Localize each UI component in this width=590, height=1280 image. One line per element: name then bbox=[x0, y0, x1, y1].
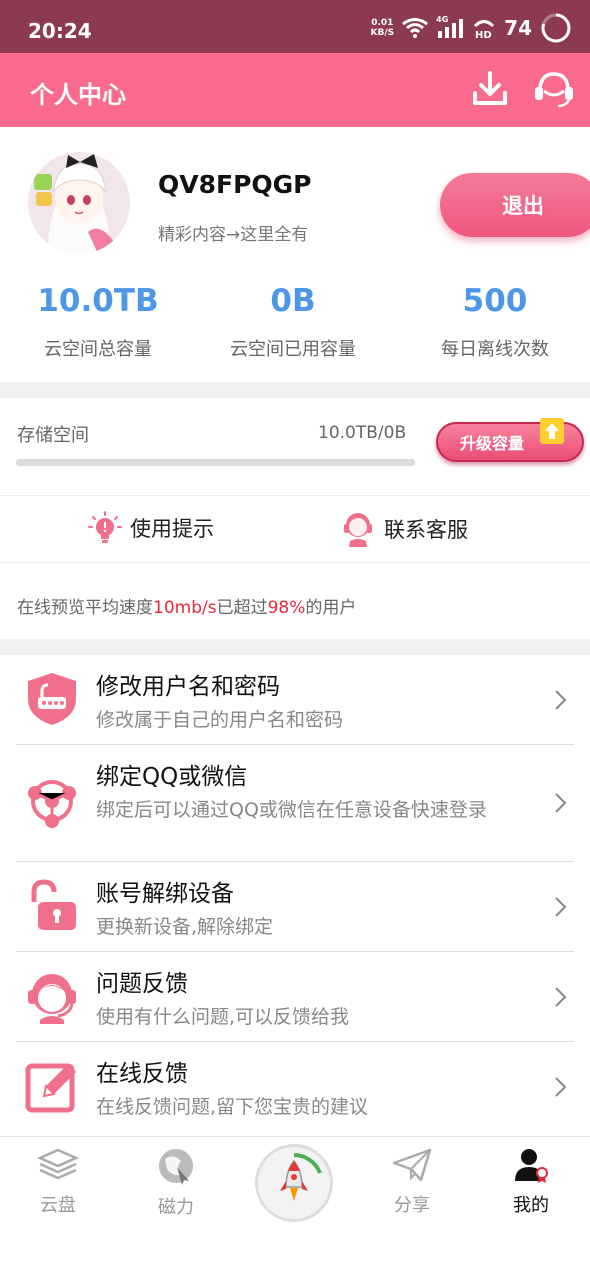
contact-support-label: 联系客服 bbox=[384, 518, 468, 542]
speed-value: 10mb/s bbox=[153, 598, 217, 618]
menu-item-unbind-device[interactable]: 账号解绑设备 更换新设备,解除绑定 bbox=[0, 862, 590, 952]
chevron-right-icon bbox=[555, 793, 567, 813]
download-icon[interactable] bbox=[470, 69, 510, 109]
storage-section: 存储空间 10.0TB/0B 升级容量 bbox=[0, 398, 590, 496]
chevron-right-icon bbox=[555, 1077, 567, 1097]
headset-icon[interactable] bbox=[532, 69, 576, 109]
menu-desc: 使用有什么问题,可以反馈给我 bbox=[96, 1006, 350, 1028]
rocket-button[interactable] bbox=[258, 1147, 330, 1219]
stat-offline-count: 500 每日离线次数 bbox=[397, 283, 590, 361]
storage-value: 10.0TB/0B bbox=[318, 423, 407, 443]
profile-card: QV8FPQGP 精彩内容→这里全有 退出 10.0TB 云空间总容量 0B 云… bbox=[0, 127, 590, 382]
net-speed-unit: KB/S bbox=[370, 28, 395, 38]
user-icon bbox=[515, 1149, 548, 1183]
status-icons: 0.01 KB/S 4G HD 74 bbox=[371, 13, 572, 43]
speed-suffix: 的用户 bbox=[305, 598, 357, 618]
speed-info-text: 在线预览平均速度10mb/s已超过98%的用户 bbox=[17, 593, 356, 618]
section-divider bbox=[0, 639, 590, 655]
battery-level: 74 bbox=[504, 16, 532, 40]
chevron-right-icon bbox=[555, 897, 567, 917]
menu-item-problem-feedback[interactable]: 问题反馈 使用有什么问题,可以反馈给我 bbox=[0, 952, 590, 1042]
stat-value: 0B bbox=[270, 283, 316, 319]
menu-title: 绑定QQ或微信 bbox=[96, 764, 248, 790]
menu-title: 账号解绑设备 bbox=[96, 881, 234, 907]
net-speed-value: 0.01 bbox=[371, 18, 394, 28]
tab-label: 分享 bbox=[394, 1195, 430, 1216]
usage-tips-label: 使用提示 bbox=[130, 517, 214, 541]
menu-title: 问题反馈 bbox=[96, 971, 188, 997]
layers-icon bbox=[36, 1148, 80, 1180]
signal-icon: 4G bbox=[436, 15, 464, 39]
tab-mine[interactable]: 我的 bbox=[491, 1147, 571, 1217]
svg-text:HD: HD bbox=[475, 30, 492, 39]
chevron-right-icon bbox=[555, 987, 567, 1007]
menu-desc: 在线反馈问题,留下您宝贵的建议 bbox=[96, 1096, 369, 1118]
status-time: 20:24 bbox=[28, 19, 92, 43]
avatar[interactable] bbox=[28, 152, 130, 254]
speed-middle: 已超过 bbox=[216, 598, 268, 618]
usage-tips-button[interactable]: 使用提示 bbox=[88, 511, 214, 545]
tab-label: 磁力 bbox=[158, 1197, 194, 1218]
hd-call-icon: HD bbox=[474, 20, 495, 39]
shield-password-icon bbox=[28, 673, 76, 725]
menu-title: 在线反馈 bbox=[96, 1061, 188, 1087]
lightbulb-icon bbox=[88, 511, 122, 543]
arrow-up-icon bbox=[540, 418, 564, 444]
app-header: 个人中心 bbox=[0, 53, 590, 127]
rocket-icon bbox=[280, 1153, 322, 1201]
menu-desc: 修改属于自己的用户名和密码 bbox=[96, 709, 344, 731]
status-bar: 20:24 0.01 KB/S 4G HD 74 bbox=[0, 0, 590, 53]
tab-magnet[interactable]: 磁力 bbox=[136, 1147, 216, 1219]
bottom-tab-bar: 云盘 磁力 分享 我的 bbox=[0, 1136, 590, 1226]
stat-total-capacity: 10.0TB 云空间总容量 bbox=[0, 283, 196, 361]
speed-info: 在线预览平均速度10mb/s已超过98%的用户 bbox=[0, 563, 590, 639]
contact-support-button[interactable]: 联系客服 bbox=[340, 511, 468, 547]
tab-label: 云盘 bbox=[40, 1195, 76, 1216]
tab-label: 我的 bbox=[513, 1195, 549, 1216]
storage-label: 存储空间 bbox=[17, 425, 89, 446]
stat-value: 500 bbox=[462, 283, 528, 319]
stat-label: 云空间已用容量 bbox=[230, 339, 356, 360]
customer-service-icon bbox=[344, 513, 372, 547]
upgrade-capacity-button[interactable]: 升级容量 bbox=[436, 418, 584, 462]
speed-percent: 98% bbox=[267, 598, 306, 618]
edit-icon bbox=[25, 1063, 76, 1113]
stat-used-capacity: 0B 云空间已用容量 bbox=[195, 283, 391, 361]
paper-plane-icon bbox=[392, 1148, 432, 1182]
menu-desc: 绑定后可以通过QQ或微信在任意设备快速登录 bbox=[96, 799, 487, 821]
headset-feedback-icon bbox=[28, 974, 76, 1024]
magnet-icon bbox=[159, 1149, 193, 1185]
stat-label: 云空间总容量 bbox=[44, 339, 152, 360]
menu-desc: 更换新设备,解除绑定 bbox=[96, 916, 274, 938]
stat-value: 10.0TB bbox=[37, 283, 159, 319]
storage-progress-bar bbox=[16, 459, 415, 466]
tab-share[interactable]: 分享 bbox=[372, 1147, 452, 1217]
username: QV8FPQGP bbox=[158, 170, 312, 199]
unlock-icon bbox=[31, 879, 76, 930]
logout-button[interactable]: 退出 bbox=[440, 173, 590, 237]
share-network-icon bbox=[28, 780, 76, 828]
upgrade-label: 升级容量 bbox=[460, 434, 525, 453]
profile-slogan: 精彩内容→这里全有 bbox=[158, 225, 309, 245]
menu-item-change-password[interactable]: 修改用户名和密码 修改属于自己的用户名和密码 bbox=[0, 655, 590, 745]
menu-item-bind-qq-wechat[interactable]: 绑定QQ或微信 绑定后可以通过QQ或微信在任意设备快速登录 bbox=[0, 745, 590, 862]
menu-title: 修改用户名和密码 bbox=[96, 674, 280, 700]
net-speed: 0.01 KB/S bbox=[371, 18, 395, 38]
stat-label: 每日离线次数 bbox=[441, 339, 549, 360]
wifi-icon bbox=[402, 18, 429, 38]
chevron-right-icon bbox=[555, 690, 567, 710]
page-title: 个人中心 bbox=[30, 81, 126, 109]
speed-prefix: 在线预览平均速度 bbox=[17, 598, 153, 618]
tab-cloud-disk[interactable]: 云盘 bbox=[18, 1147, 98, 1217]
menu-item-online-feedback[interactable]: 在线反馈 在线反馈问题,留下您宝贵的建议 bbox=[0, 1042, 590, 1132]
battery-ring-icon bbox=[541, 13, 571, 43]
quick-actions: 使用提示 联系客服 bbox=[0, 497, 590, 563]
section-divider bbox=[0, 382, 590, 398]
